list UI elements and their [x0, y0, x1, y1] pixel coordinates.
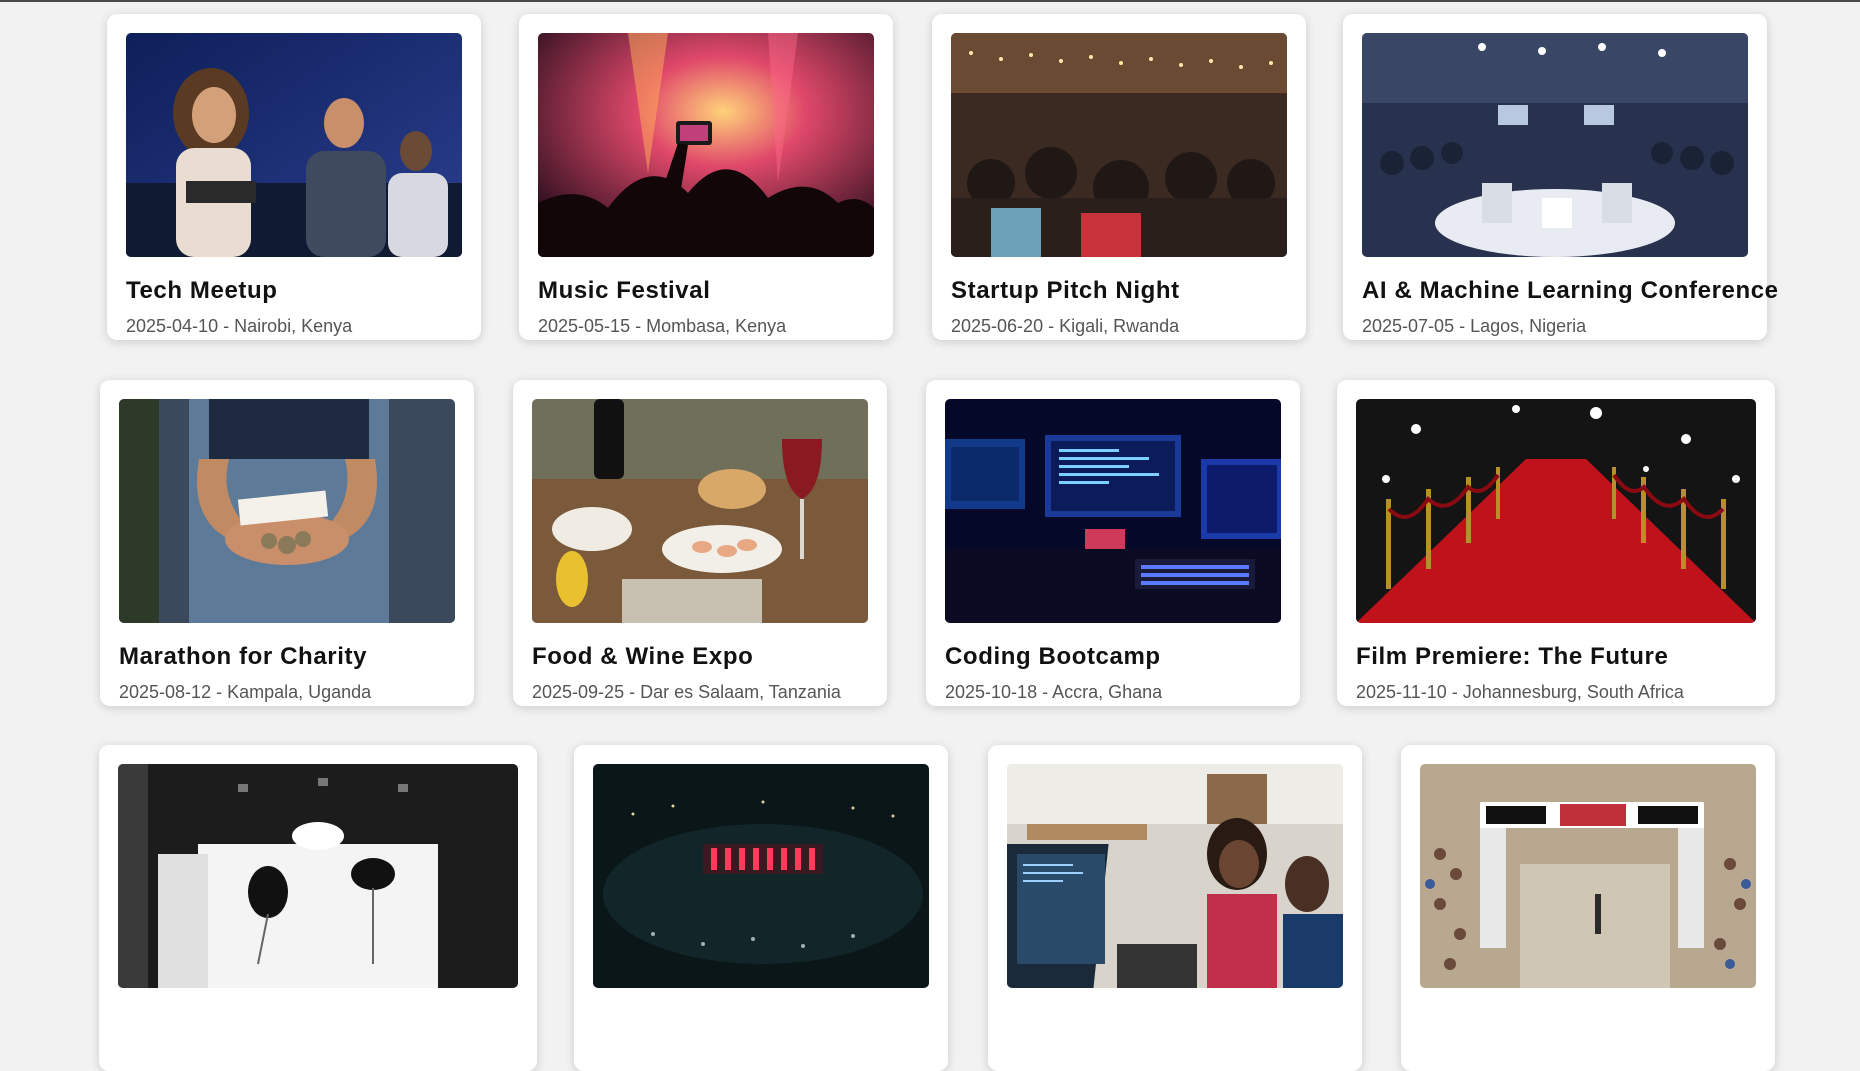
event-image	[1362, 33, 1748, 257]
meta-separator: -	[1037, 682, 1053, 702]
event-date: 2025-06-20	[951, 316, 1044, 336]
event-location: Nairobi, Kenya	[234, 316, 353, 336]
meta-separator: -	[211, 682, 228, 702]
event-date: 2025-08-12	[119, 682, 212, 702]
event-card[interactable]: Tech Meetup 2025-04-10 - Nairobi, Kenya	[107, 14, 481, 340]
event-title: Marathon for Charity	[119, 643, 368, 670]
meta-separator: -	[1446, 682, 1463, 702]
event-title: Food & Wine Expo	[532, 643, 754, 670]
event-meta: 2025-06-20 - Kigali, Rwanda	[951, 316, 1179, 337]
event-meta: 2025-07-05 - Lagos, Nigeria	[1362, 316, 1586, 337]
meta-separator: -	[218, 316, 235, 336]
event-title: Film Premiere: The Future	[1356, 643, 1669, 670]
event-meta: 2025-08-12 - Kampala, Uganda	[119, 682, 371, 703]
event-date: 2025-09-25	[532, 682, 625, 702]
event-image	[532, 399, 868, 623]
event-image	[1420, 764, 1756, 988]
event-meta: 2025-04-10 - Nairobi, Kenya	[126, 316, 352, 337]
event-location: Dar es Salaam, Tanzania	[640, 682, 841, 702]
event-image	[538, 33, 874, 257]
event-card[interactable]	[574, 745, 948, 1071]
event-date: 2025-10-18	[945, 682, 1038, 702]
event-image	[126, 33, 462, 257]
event-card[interactable]: Startup Pitch Night 2025-06-20 - Kigali,…	[932, 14, 1306, 340]
event-location: Mombasa, Kenya	[646, 316, 787, 336]
event-meta: 2025-09-25 - Dar es Salaam, Tanzania	[532, 682, 841, 703]
event-location: Kampala, Uganda	[227, 682, 372, 702]
event-card[interactable]: Film Premiere: The Future 2025-11-10 - J…	[1337, 380, 1775, 706]
event-card[interactable]: AI & Machine Learning Conference 2025-07…	[1343, 14, 1778, 340]
event-meta: 2025-10-18 - Accra, Ghana	[945, 682, 1162, 703]
event-date: 2025-05-15	[538, 316, 631, 336]
meta-separator: -	[1043, 316, 1060, 336]
event-card[interactable]: Marathon for Charity 2025-08-12 - Kampal…	[100, 380, 474, 706]
event-card[interactable]	[988, 745, 1362, 1071]
meta-separator: -	[1454, 316, 1471, 336]
top-border	[0, 0, 1860, 2]
event-title: AI & Machine Learning Conference	[1362, 277, 1779, 304]
event-card[interactable]: Music Festival 2025-05-15 - Mombasa, Ken…	[519, 14, 893, 340]
event-image	[593, 764, 929, 988]
event-card[interactable]	[99, 745, 537, 1071]
event-image	[118, 764, 518, 988]
event-date: 2025-11-10	[1356, 682, 1447, 702]
event-meta: 2025-05-15 - Mombasa, Kenya	[538, 316, 786, 337]
event-meta: 2025-11-10 - Johannesburg, South Africa	[1356, 682, 1684, 703]
event-title: Coding Bootcamp	[945, 643, 1161, 670]
event-date: 2025-07-05	[1362, 316, 1455, 336]
event-image	[1007, 764, 1343, 988]
event-card[interactable]: Coding Bootcamp 2025-10-18 - Accra, Ghan…	[926, 380, 1300, 706]
event-location: Lagos, Nigeria	[1470, 316, 1587, 336]
event-image	[951, 33, 1287, 257]
event-title: Startup Pitch Night	[951, 277, 1180, 304]
event-location: Kigali, Rwanda	[1059, 316, 1180, 336]
event-card[interactable]	[1401, 745, 1775, 1071]
meta-separator: -	[630, 316, 647, 336]
event-title: Music Festival	[538, 277, 711, 304]
event-card[interactable]: Food & Wine Expo 2025-09-25 - Dar es Sal…	[513, 380, 887, 706]
event-date: 2025-04-10	[126, 316, 219, 336]
event-image	[119, 399, 455, 623]
event-image	[945, 399, 1281, 623]
meta-separator: -	[624, 682, 641, 702]
event-title: Tech Meetup	[126, 277, 278, 304]
event-location: Accra, Ghana	[1052, 682, 1163, 702]
event-location: Johannesburg, South Africa	[1462, 682, 1684, 702]
event-image	[1356, 399, 1756, 623]
